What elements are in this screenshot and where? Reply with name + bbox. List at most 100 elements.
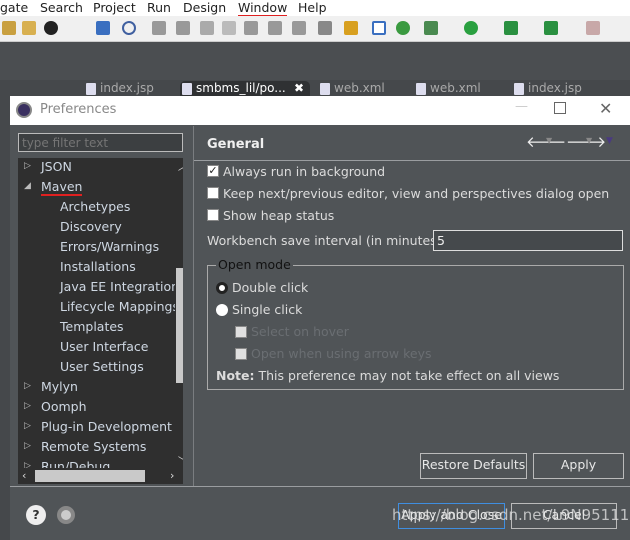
toolbar-icon[interactable] [2,21,16,35]
tree-horizontal-scrollbar[interactable]: ‹ › [18,468,183,484]
filter-input[interactable] [18,133,183,152]
menu-window[interactable]: Window [238,0,288,17]
scrollbar-thumb[interactable] [35,470,145,482]
tree-item-label: JSON [41,159,72,174]
tree-item-label: Java EE Integration [60,279,180,294]
tree-item-label: Mylyn [41,379,78,394]
menu-navigate[interactable]: gate [0,0,28,15]
note: Note: This preference may not take effec… [216,368,560,383]
dialog-titlebar: Preferences — ✕ [10,96,630,125]
debug-icon[interactable] [424,21,438,35]
dialog-title: Preferences [40,102,117,117]
tree-item-label: Plug-in Development [41,419,172,434]
always-run-label: Always run in background [223,164,386,179]
menu-bar: gate Search Project Run Design Window He… [0,0,630,17]
chevron-down-icon[interactable]: ▼ [546,136,552,145]
expanded-arrow-icon[interactable]: ◢ [24,181,31,191]
double-click-radio[interactable] [216,282,228,294]
open-mode-group: Open mode Double click Single click Sele… [207,257,624,390]
show-heap-checkbox[interactable] [207,209,219,221]
arrow-keys-checkbox[interactable] [235,348,247,360]
xml-file-icon [416,83,426,95]
tree-item-label: User Settings [60,359,144,374]
help-icon[interactable]: ? [26,505,46,525]
divider [194,160,630,161]
scroll-left-icon[interactable]: ‹ [22,469,26,482]
suspend-icon[interactable] [176,21,190,35]
scroll-up-icon[interactable]: ︿ [178,160,183,173]
keep-next-label: Keep next/previous editor, view and pers… [223,186,610,201]
collapsed-arrow-icon[interactable]: ▷ [24,461,31,468]
menu-design[interactable]: Design [183,0,226,15]
select-on-hover-label: Select on hover [251,324,349,339]
menu-help[interactable]: Help [298,0,327,15]
collapsed-arrow-icon[interactable]: ▷ [24,421,31,431]
toolbar-icon[interactable] [96,21,110,35]
single-click-label: Single click [232,302,303,317]
menu-search[interactable]: Search [40,0,83,15]
maximize-icon[interactable] [554,102,566,114]
user-icon[interactable] [44,21,58,35]
scrollbar-thumb[interactable] [176,268,183,383]
collapsed-arrow-icon[interactable]: ▷ [24,401,31,411]
tree-vertical-scrollbar[interactable]: ︿ ﹀ [175,158,183,468]
divider [10,486,630,487]
toolbar-icon[interactable] [318,21,332,35]
restore-defaults-button[interactable]: Restore Defaults [420,453,527,479]
step-over-icon[interactable] [268,21,282,35]
save-interval-input[interactable] [433,230,623,251]
chevron-down-icon[interactable]: ▼ [586,136,592,145]
resume-icon[interactable] [152,21,166,35]
scroll-right-icon[interactable]: › [170,469,174,482]
run-icon[interactable] [464,21,478,35]
tree-item-label: Discovery [60,219,122,234]
tree-item-label: Maven [41,179,83,196]
collapsed-arrow-icon[interactable]: ▷ [24,441,31,451]
toolbar-icon[interactable] [396,21,410,35]
single-click-radio[interactable] [216,304,228,316]
import-export-icon[interactable] [57,506,75,524]
jsp-file-icon [86,83,96,95]
menu-run[interactable]: Run [147,0,171,15]
step-into-icon[interactable] [244,21,258,35]
open-mode-legend: Open mode [216,257,293,272]
apply-button[interactable]: Apply [533,453,624,479]
show-heap-label: Show heap status [223,208,335,223]
preferences-tree: ▷ JSON ◢ Maven Archetypes Discovery Errors/War… [18,158,183,468]
tree-item-label: Run/Debug [41,459,111,468]
tree-item-label: Remote Systems [41,439,147,454]
preferences-dialog: Preferences — ✕ ▷ JSON ◢ Maven Archetypes Dis… [10,96,630,540]
collapsed-arrow-icon[interactable]: ▷ [24,381,31,391]
select-on-hover-checkbox[interactable] [235,326,247,338]
maven-file-icon [182,83,192,95]
toolbar-icon[interactable] [22,21,36,35]
tree-item-label: User Interface [60,339,149,354]
coverage-icon[interactable] [504,21,518,35]
terminate-icon[interactable] [200,21,214,35]
toolbar-icon[interactable] [344,21,358,35]
step-return-icon[interactable] [292,21,306,35]
close-icon[interactable]: ✕ [599,99,612,118]
tree-item-label: Archetypes [60,199,131,214]
page-title: General [207,137,265,152]
close-icon[interactable]: ✖ [294,81,304,95]
toolbar-icon[interactable] [372,21,386,35]
disconnect-icon[interactable] [222,21,236,35]
scroll-down-icon[interactable]: ﹀ [178,454,183,467]
external-tools-icon[interactable] [544,21,558,35]
view-menu-icon[interactable]: ▼ [606,136,613,146]
always-run-checkbox[interactable]: ✓ [207,165,219,177]
keep-next-checkbox[interactable] [207,187,219,199]
collapsed-arrow-icon[interactable]: ▷ [24,161,31,171]
arrow-keys-label: Open when using arrow keys [251,346,432,361]
jsp-file-icon [514,83,524,95]
minimize-icon[interactable]: — [515,99,528,114]
tree-item-label: Oomph [41,399,87,414]
skip-breakpoints-icon[interactable] [122,21,136,35]
menu-project[interactable]: Project [93,0,136,15]
save-interval-label: Workbench save interval (in minutes): [207,233,446,248]
toolbar-icon[interactable] [586,21,600,35]
xml-file-icon [320,83,330,95]
tree-item-label: Errors/Warnings [60,239,160,254]
double-click-label: Double click [232,280,309,295]
